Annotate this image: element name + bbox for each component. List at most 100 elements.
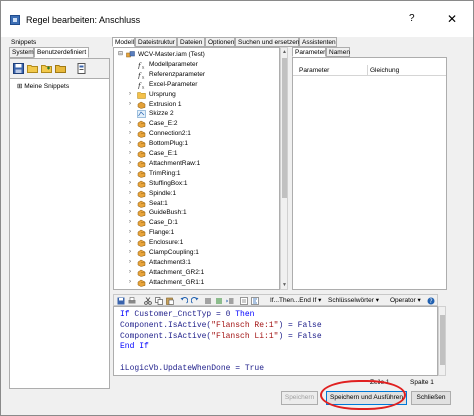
scroll-down-arrow-icon[interactable]: ▼ <box>282 282 287 288</box>
scroll-thumb[interactable] <box>440 315 445 365</box>
print-icon[interactable] <box>128 297 136 305</box>
if-then-end-if-menu[interactable]: If...Then...End If ▾ <box>270 296 321 304</box>
tab-system[interactable]: System <box>9 47 34 58</box>
column-header-parameter[interactable]: Parameter <box>299 67 329 74</box>
paste-icon[interactable] <box>166 297 174 305</box>
part-icon <box>137 279 146 287</box>
copy-icon[interactable] <box>155 297 163 305</box>
code-text: Component.IsActive( <box>120 331 212 341</box>
cut-icon[interactable] <box>144 297 152 305</box>
tab-dateien[interactable]: Dateien <box>177 37 205 47</box>
redo-icon[interactable] <box>191 297 199 305</box>
part-icon <box>137 130 146 138</box>
help-icon[interactable]: ? <box>427 297 435 305</box>
save-icon[interactable] <box>117 297 125 305</box>
collapse-icon[interactable]: ⊟ <box>118 50 123 59</box>
code-line[interactable]: End If <box>120 342 149 351</box>
fx-icon: fx <box>137 81 146 90</box>
help-button[interactable]: ? <box>409 13 415 24</box>
expand-arrow-icon[interactable]: › <box>129 189 131 198</box>
expand-arrow-icon[interactable]: › <box>129 278 131 287</box>
comment-icon[interactable] <box>204 297 212 305</box>
model-tree[interactable]: ⊟ WCV-Master.iam (Test) f x Modellparameter f… <box>113 47 280 290</box>
tree-item-label: Case_D:1 <box>149 219 178 227</box>
tab-namen[interactable]: Namen <box>326 47 350 57</box>
tree-item-label: Excel-Parameter <box>149 80 198 88</box>
status-line-number: Zeile 1 <box>370 379 390 386</box>
code-line[interactable]: If Customer_CnctTyp = 0 Then <box>120 310 254 319</box>
expand-arrow-icon[interactable]: › <box>129 258 131 267</box>
expand-arrow-icon[interactable]: › <box>129 208 131 217</box>
code-line[interactable]: Component.IsActive("Flansch Li:1") = Fal… <box>120 332 322 341</box>
status-column-number: Spalte 1 <box>410 379 434 386</box>
format-icon[interactable] <box>251 297 259 305</box>
expand-arrow-icon[interactable]: › <box>129 159 131 168</box>
code-line[interactable]: iLogicVb.UpdateWhenDone = True <box>120 364 264 373</box>
keywords-menu[interactable]: Schlüsselwörter ▾ <box>328 296 379 304</box>
snippet-tree[interactable]: ⊞ Meine Snippets <box>9 78 110 389</box>
tree-item-meine-snippets[interactable]: ⊞ Meine Snippets <box>17 82 69 90</box>
title-bar: Regel bearbeiten: Anschluss ? ✕ <box>1 1 473 37</box>
column-separator[interactable] <box>367 65 368 76</box>
tree-item-label: Case_E:1 <box>149 150 178 157</box>
code-text: ) = False <box>278 331 322 341</box>
svg-text:x: x <box>142 84 145 89</box>
open-folder-add-icon[interactable] <box>41 63 52 74</box>
open-folder-icon[interactable] <box>27 63 38 74</box>
code-keyword: Then <box>235 310 255 319</box>
tree-item-label: Attachment3:1 <box>149 258 191 266</box>
model-tree-scrollbar[interactable]: ▲ ▼ <box>280 47 288 290</box>
snippet-properties-icon[interactable] <box>76 63 87 74</box>
expand-arrow-icon[interactable]: › <box>129 90 131 99</box>
folder-icon[interactable] <box>55 63 66 74</box>
part-icon <box>137 180 146 188</box>
expand-arrow-icon[interactable]: › <box>129 169 131 178</box>
expand-arrow-icon[interactable]: › <box>129 119 131 128</box>
expand-arrow-icon[interactable]: › <box>129 248 131 257</box>
expand-arrow-icon[interactable]: › <box>129 228 131 237</box>
code-line[interactable]: Component.IsActive("Flansch Re:1") = Fal… <box>120 321 322 330</box>
code-string: "Flansch Li:1" <box>211 331 279 341</box>
expand-arrow-icon[interactable]: › <box>129 268 131 277</box>
expand-arrow-icon[interactable]: › <box>129 218 131 227</box>
tab-parameter[interactable]: Parameter <box>292 47 326 57</box>
undo-icon[interactable] <box>180 297 188 305</box>
code-editor-scrollbar[interactable] <box>438 306 446 376</box>
save-snippets-icon[interactable] <box>13 63 24 74</box>
tab-dateistruktur[interactable]: Dateistruktur <box>135 37 177 47</box>
expand-arrow-icon[interactable]: › <box>129 149 131 158</box>
expand-arrow-icon[interactable]: › <box>129 139 131 148</box>
scroll-up-arrow-icon[interactable]: ▲ <box>282 49 287 55</box>
outdent-icon[interactable] <box>240 297 248 305</box>
tab-optionen[interactable]: Optionen <box>205 37 235 47</box>
expand-arrow-icon[interactable]: › <box>129 199 131 208</box>
expand-arrow-icon[interactable]: › <box>129 179 131 188</box>
fx-icon: fx <box>137 71 146 80</box>
code-editor[interactable]: If Customer_CnctTyp = 0 Then Component.Is… <box>113 306 438 376</box>
tree-item-label: Flange:1 <box>149 229 175 237</box>
uncomment-icon[interactable] <box>215 297 223 305</box>
column-header-gleichung[interactable]: Gleichung <box>370 67 399 74</box>
operator-label: Operator <box>390 297 416 304</box>
tab-assistenten[interactable]: Assistenten <box>299 37 337 47</box>
expand-arrow-icon[interactable]: › <box>129 100 131 109</box>
app-icon <box>10 15 20 25</box>
part-icon <box>137 190 146 198</box>
code-text: Component.IsActive( <box>120 320 212 330</box>
save-button[interactable]: Speichern <box>281 391 318 405</box>
operator-menu[interactable]: Operator ▾ <box>390 296 421 304</box>
close-button[interactable]: Schließen <box>411 391 451 405</box>
tab-modell[interactable]: Modell <box>112 37 135 47</box>
scroll-thumb[interactable] <box>282 58 287 198</box>
close-window-button[interactable]: ✕ <box>447 12 457 26</box>
parameter-table[interactable]: Parameter Gleichung <box>292 57 447 290</box>
save-and-run-button[interactable]: Speichern und Ausführen <box>326 391 407 405</box>
expand-icon[interactable]: ⊞ <box>17 83 22 90</box>
part-icon <box>137 219 146 228</box>
part-icon <box>137 160 146 168</box>
tab-benutzerdefiniert[interactable]: Benutzerdefiniert <box>34 47 89 58</box>
indent-icon[interactable] <box>226 297 234 305</box>
expand-arrow-icon[interactable]: › <box>129 129 131 138</box>
tab-suchen-und-ersetzen[interactable]: Suchen und ersetzen <box>235 37 299 47</box>
expand-arrow-icon[interactable]: › <box>129 238 131 247</box>
